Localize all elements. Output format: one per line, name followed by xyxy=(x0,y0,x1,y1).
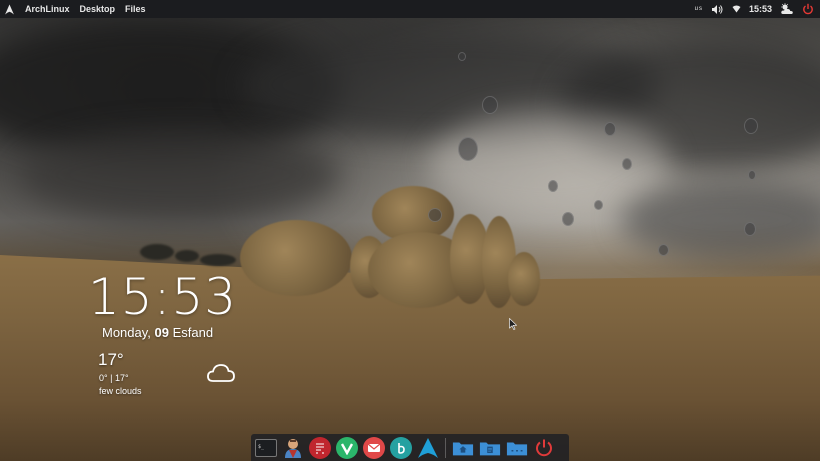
avatar-icon xyxy=(285,438,301,458)
desktop-clock: 15:53 xyxy=(88,268,237,326)
vim-icon xyxy=(340,442,354,455)
distro-menu-label[interactable]: ArchLinux xyxy=(25,4,70,14)
folder-icon xyxy=(506,442,528,455)
panel-clock[interactable]: 15:53 xyxy=(749,4,772,14)
mail-icon xyxy=(367,443,381,452)
weather-temperature-range: 0° | 17° xyxy=(99,373,129,383)
top-panel: ArchLinux Desktop Files us 15:53 xyxy=(0,0,820,18)
volume-icon[interactable] xyxy=(711,4,724,15)
folder-dock-item[interactable] xyxy=(506,437,528,459)
documents-folder-dock-item[interactable] xyxy=(479,437,501,459)
terminal-icon: $_ xyxy=(258,444,265,450)
mail-dock-item[interactable] xyxy=(363,436,385,459)
torrent-dock-item[interactable] xyxy=(390,436,412,459)
keyboard-layout-indicator[interactable]: us xyxy=(695,6,703,12)
home-folder-icon xyxy=(452,442,474,455)
documents-folder-icon xyxy=(479,442,501,455)
home-folder-dock-item[interactable] xyxy=(452,437,474,459)
dock-separator xyxy=(445,437,446,458)
torrent-icon xyxy=(398,442,405,454)
clock-separator: : xyxy=(153,268,172,326)
arch-logo-icon[interactable] xyxy=(4,4,15,15)
clock-minutes: 53 xyxy=(171,268,238,326)
tasks-dock-item[interactable] xyxy=(309,436,331,459)
power-menu-icon[interactable] xyxy=(802,3,814,15)
clock-hours: 15 xyxy=(88,268,154,326)
power-icon xyxy=(536,439,552,456)
weather-description: few clouds xyxy=(99,386,142,396)
power-dock-item[interactable] xyxy=(533,437,555,459)
vim-dock-item[interactable] xyxy=(336,436,358,459)
weather-sun-cloud-icon[interactable] xyxy=(780,3,794,15)
date-month: Esfand xyxy=(168,325,214,340)
desktop-date: Monday, 09 Esfand xyxy=(102,325,213,340)
arch-dock-item[interactable] xyxy=(417,437,439,459)
mouse-cursor-icon xyxy=(509,318,517,330)
terminal-dock-item[interactable]: $_ xyxy=(255,438,277,457)
weather-temperature: 17° xyxy=(98,350,124,369)
user-dock-item[interactable] xyxy=(282,437,304,459)
date-weekday: Monday, xyxy=(102,325,155,340)
desktop-menu[interactable]: Desktop xyxy=(80,4,116,14)
network-icon[interactable] xyxy=(732,5,741,13)
arch-icon xyxy=(418,437,438,458)
date-day: 09 xyxy=(154,325,169,340)
files-menu[interactable]: Files xyxy=(125,4,146,14)
cloud-icon xyxy=(207,364,235,382)
svg-text:$_: $_ xyxy=(258,444,265,450)
dock: $_ xyxy=(251,434,569,461)
tasks-icon xyxy=(316,442,324,454)
